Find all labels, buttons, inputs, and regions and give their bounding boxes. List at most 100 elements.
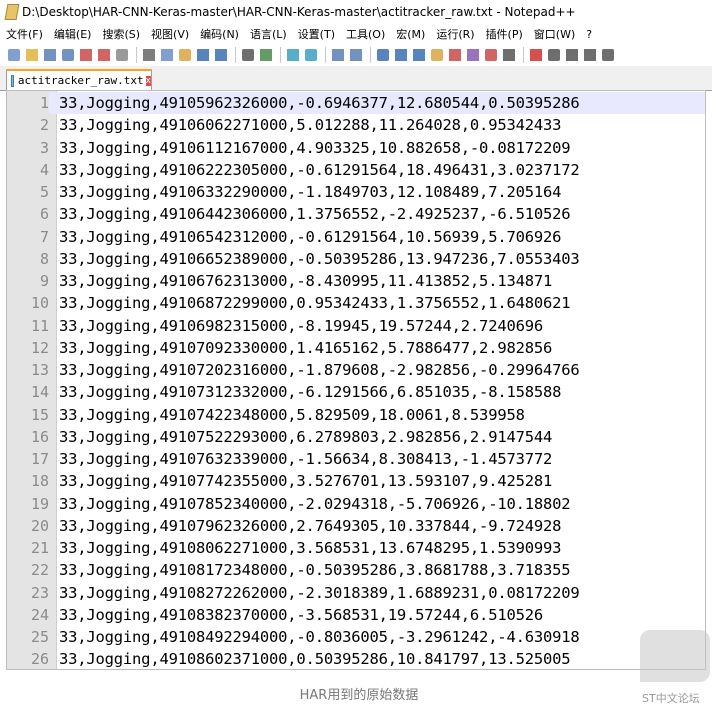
save-all-icon[interactable] (60, 47, 76, 63)
line-text: 33,Jogging,49108602371000,0.50395286,10.… (59, 650, 571, 668)
line-text: 33,Jogging,49106542312000,-0.61291564,10… (59, 228, 562, 246)
save-icon[interactable] (42, 47, 58, 63)
line-number: 15 (30, 406, 49, 424)
menu-language[interactable]: 语言(L) (244, 26, 292, 42)
editor-line[interactable]: 15 33,Jogging,49107422348000,5.829509,18.… (7, 404, 705, 426)
editor-line[interactable]: 11 33,Jogging,49106982315000,-8.19945,19.… (7, 315, 705, 337)
notepadpp-app-icon (4, 4, 20, 20)
editor-line[interactable]: 26 33,Jogging,49108602371000,0.50395286,1… (7, 648, 705, 669)
line-text: 33,Jogging,49106442306000,1.3756552,-2.4… (59, 205, 571, 223)
editor-line[interactable]: 14 33,Jogging,49107312332000,-6.1291566,6… (7, 381, 705, 403)
menu-plugins[interactable]: 插件(P) (480, 26, 528, 42)
all-chars-icon[interactable] (393, 47, 409, 63)
menu-file[interactable]: 文件(F) (0, 26, 48, 42)
editor-line[interactable]: 23 33,Jogging,49108272262000,-2.3018389,1… (7, 582, 705, 604)
editor-line[interactable]: 6 33,Jogging,49106442306000,1.3756552,-2.… (7, 203, 705, 225)
editor-line[interactable]: 1 33,Jogging,49105962326000,-0.6946377,12… (7, 92, 705, 114)
title-bar: D:\Desktop\HAR-CNN-Keras-master\HAR-CNN-… (0, 0, 712, 24)
editor-line[interactable]: 18 33,Jogging,49107742355000,3.5276701,13… (7, 470, 705, 492)
open-file-icon[interactable] (24, 47, 40, 63)
line-number: 24 (30, 606, 49, 624)
line-number: 20 (30, 517, 49, 535)
line-text: 33,Jogging,49107632339000,-1.56634,8.308… (59, 450, 553, 468)
sync-h-icon[interactable] (348, 47, 364, 63)
indent-guide-icon[interactable] (411, 47, 427, 63)
editor-line[interactable]: 12 33,Jogging,49107092330000,1.4165162,5.… (7, 337, 705, 359)
menu-encoding[interactable]: 编码(N) (194, 26, 244, 42)
record-macro-icon[interactable] (528, 47, 544, 63)
editor-line[interactable]: 5 33,Jogging,49106332290000,-1.1849703,12… (7, 181, 705, 203)
editor-line[interactable]: 8 33,Jogging,49106652389000,-0.50395286,1… (7, 248, 705, 270)
redo-icon[interactable] (213, 47, 229, 63)
menu-view[interactable]: 视图(V) (145, 26, 194, 42)
file-saved-icon (11, 74, 14, 87)
undo-icon[interactable] (195, 47, 211, 63)
editor-line[interactable]: 25 33,Jogging,49108492294000,-0.8036005,-… (7, 626, 705, 648)
doc-map-icon[interactable] (447, 47, 463, 63)
editor-line[interactable]: 13 33,Jogging,49107202316000,-1.879608,-2… (7, 359, 705, 381)
word-wrap-icon[interactable] (375, 47, 391, 63)
line-number: 21 (30, 539, 49, 557)
menu-run[interactable]: 运行(R) (430, 26, 479, 42)
line-text: 33,Jogging,49105962326000,-0.6946377,12.… (59, 94, 580, 112)
line-text: 33,Jogging,49106112167000,4.903325,10.88… (59, 139, 571, 157)
print-icon[interactable] (114, 47, 130, 63)
line-number: 4 (39, 161, 49, 179)
editor-line[interactable]: 7 33,Jogging,49106542312000,-0.61291564,1… (7, 226, 705, 248)
copy-icon[interactable] (159, 47, 175, 63)
zoom-out-icon[interactable] (303, 47, 319, 63)
line-text: 33,Jogging,49107092330000,1.4165162,5.78… (59, 339, 553, 357)
editor-pane[interactable]: 1 33,Jogging,49105962326000,-0.6946377,12… (6, 90, 706, 670)
toolbar-separator (280, 47, 281, 63)
menu-help[interactable]: ? (580, 28, 597, 41)
menu-tools[interactable]: 工具(O) (340, 26, 390, 42)
save-macro-icon[interactable] (600, 47, 616, 63)
menu-window[interactable]: 窗口(W) (528, 26, 580, 42)
cut-icon[interactable] (141, 47, 157, 63)
function-list-icon[interactable] (465, 47, 481, 63)
editor-line[interactable]: 16 33,Jogging,49107522293000,6.2789803,2.… (7, 426, 705, 448)
monitor-icon[interactable] (501, 47, 517, 63)
play-macro-icon[interactable] (564, 47, 580, 63)
line-text: 33,Jogging,49107852340000,-2.0294318,-5.… (59, 495, 571, 513)
line-number: 19 (30, 495, 49, 513)
stop-record-icon[interactable] (546, 47, 562, 63)
tab-close-icon[interactable]: x (145, 75, 151, 86)
toolbar-separator (235, 47, 236, 63)
editor-line[interactable]: 20 33,Jogging,49107962326000,2.7649305,10… (7, 515, 705, 537)
run-macro-multiple-icon[interactable] (582, 47, 598, 63)
line-text: 33,Jogging,49107522293000,6.2789803,2.98… (59, 428, 553, 446)
editor-line[interactable]: 24 33,Jogging,49108382370000,-3.568531,19… (7, 604, 705, 626)
replace-icon[interactable] (258, 47, 274, 63)
line-number: 23 (30, 584, 49, 602)
editor-line[interactable]: 10 33,Jogging,49106872299000,0.95342433,1… (7, 292, 705, 314)
udl-icon[interactable] (429, 47, 445, 63)
close-icon[interactable] (78, 47, 94, 63)
editor-line[interactable]: 22 33,Jogging,49108172348000,-0.50395286,… (7, 559, 705, 581)
menu-search[interactable]: 搜索(S) (96, 26, 145, 42)
menu-edit[interactable]: 编辑(E) (48, 26, 97, 42)
tab-strip: actitracker_raw.txt x (0, 66, 712, 91)
paste-icon[interactable] (177, 47, 193, 63)
menu-macro[interactable]: 宏(M) (390, 26, 430, 42)
close-all-icon[interactable] (96, 47, 112, 63)
new-file-icon[interactable] (6, 47, 22, 63)
editor-line[interactable]: 4 33,Jogging,49106222305000,-0.61291564,1… (7, 159, 705, 181)
line-number: 5 (39, 183, 49, 201)
editor-line[interactable]: 3 33,Jogging,49106112167000,4.903325,10.8… (7, 137, 705, 159)
line-text: 33,Jogging,49107202316000,-1.879608,-2.9… (59, 361, 580, 379)
line-number: 18 (30, 472, 49, 490)
sync-v-icon[interactable] (330, 47, 346, 63)
line-text: 33,Jogging,49106982315000,-8.19945,19.57… (59, 317, 543, 335)
editor-line[interactable]: 17 33,Jogging,49107632339000,-1.56634,8.3… (7, 448, 705, 470)
editor-line[interactable]: 21 33,Jogging,49108062271000,3.568531,13.… (7, 537, 705, 559)
tab-actitracker-raw[interactable]: actitracker_raw.txt x (6, 69, 152, 90)
zoom-in-icon[interactable] (285, 47, 301, 63)
folder-workspace-icon[interactable] (483, 47, 499, 63)
menu-bar: 文件(F) 编辑(E) 搜索(S) 视图(V) 编码(N) 语言(L) 设置(T… (0, 24, 712, 44)
editor-line[interactable]: 9 33,Jogging,49106762313000,-8.430995,11.… (7, 270, 705, 292)
editor-line[interactable]: 2 33,Jogging,49106062271000,5.012288,11.2… (7, 114, 705, 136)
editor-line[interactable]: 19 33,Jogging,49107852340000,-2.0294318,-… (7, 493, 705, 515)
find-icon[interactable] (240, 47, 256, 63)
menu-settings[interactable]: 设置(T) (292, 26, 340, 42)
